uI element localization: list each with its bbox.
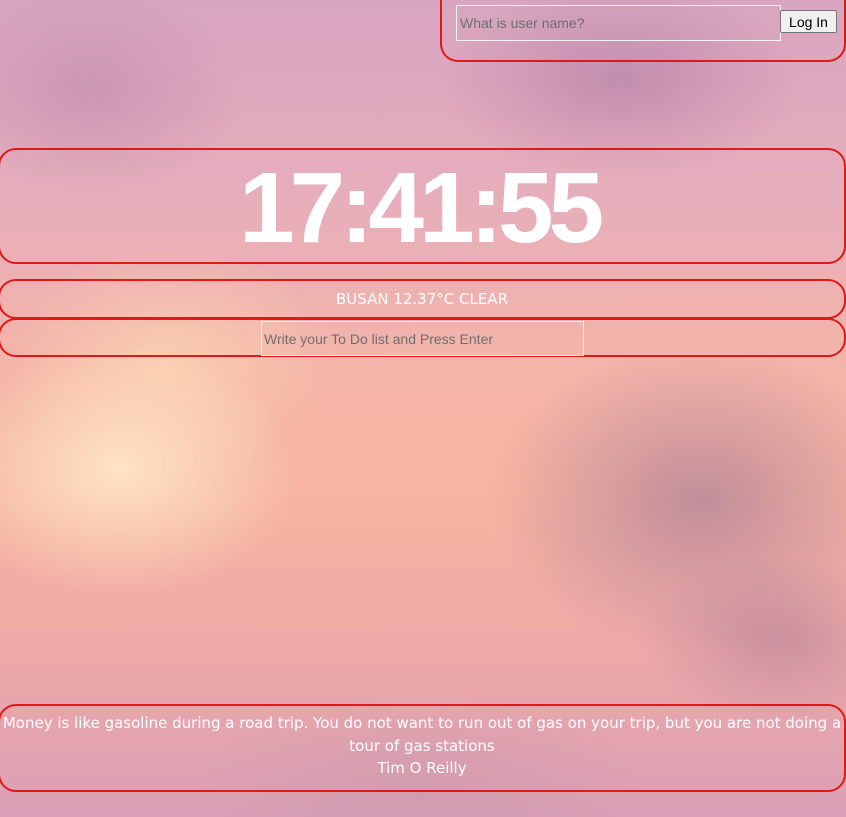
clock-panel: 17:41:55 — [0, 148, 846, 264]
login-button[interactable]: Log In — [780, 10, 837, 33]
login-form: Log In — [440, 0, 846, 62]
todo-form — [0, 318, 846, 357]
quote-text: Money is like gasoline during a road tri… — [2, 714, 842, 755]
weather-text: BUSAN 12.37°C CLEAR — [336, 290, 508, 308]
quote-panel: Money is like gasoline during a road tri… — [0, 704, 846, 792]
clock-time: 17:41:55 — [238, 152, 604, 264]
todo-input[interactable] — [261, 321, 584, 356]
weather-panel: BUSAN 12.37°C CLEAR — [0, 279, 846, 319]
username-input[interactable] — [456, 5, 781, 41]
page-background: { "login": { "input_placeholder": "What … — [0, 0, 846, 817]
quote-author: Tim O Reilly — [377, 759, 467, 777]
